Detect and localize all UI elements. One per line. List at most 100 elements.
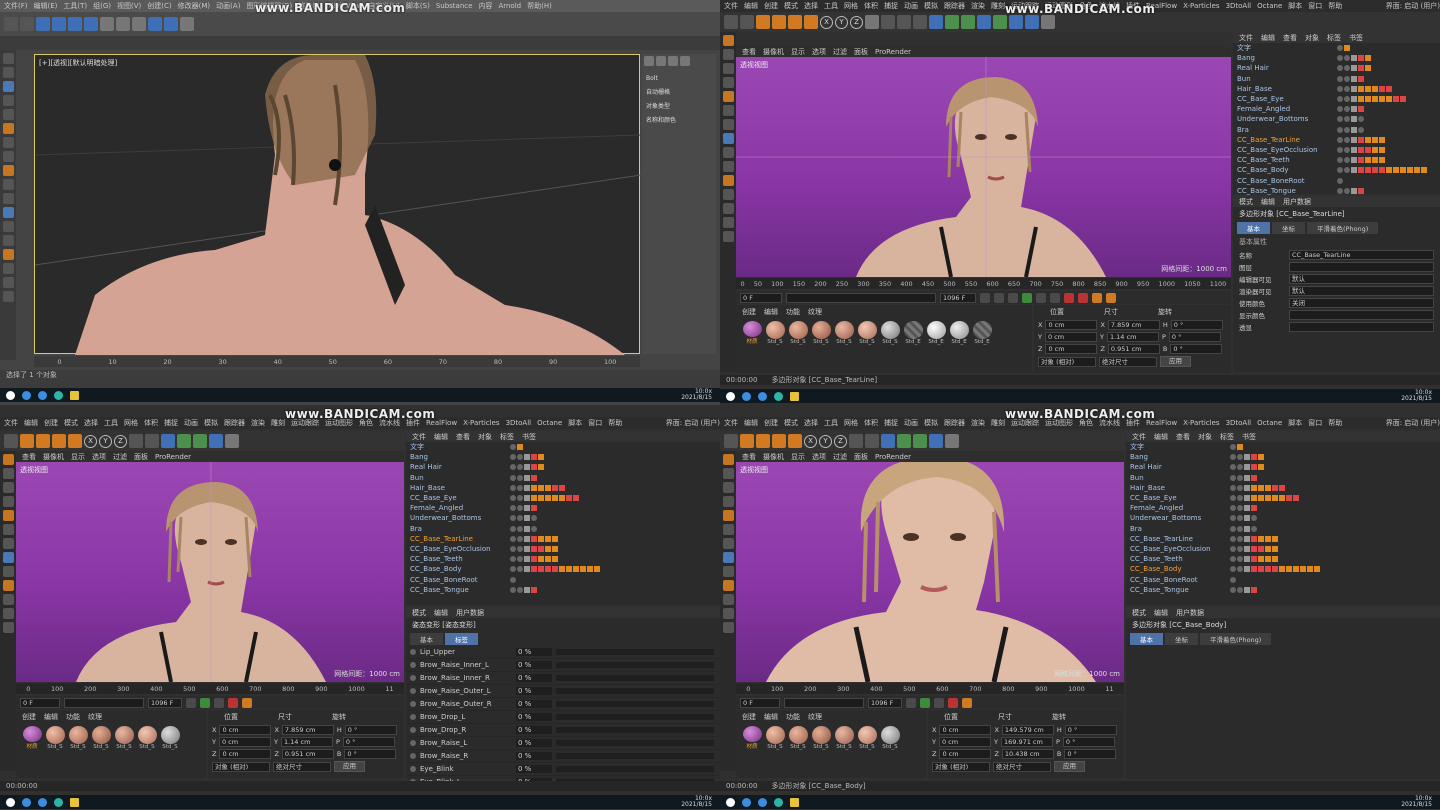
apply-button[interactable]: 应用 [1054, 761, 1085, 772]
material-tag-icon[interactable] [587, 566, 593, 573]
visibility-dot[interactable] [1230, 556, 1236, 563]
play-icon[interactable] [200, 697, 210, 708]
visibility-dot[interactable] [1230, 454, 1236, 461]
om-menu-item[interactable]: 对象 [478, 432, 492, 442]
material-swatch[interactable]: Std_S [811, 321, 831, 345]
material-tag-icon[interactable] [531, 464, 537, 471]
material-tag-icon[interactable] [1351, 65, 1357, 72]
object-row[interactable]: Real Hair [406, 462, 720, 472]
material-swatch[interactable]: Std_S [137, 726, 157, 750]
menu-item[interactable]: 模式 [64, 418, 78, 428]
render-view-icon[interactable] [881, 15, 895, 29]
material-tag-icon[interactable] [545, 556, 551, 563]
pose-value[interactable]: 0 % [516, 765, 552, 773]
menu-item[interactable]: 网格 [844, 1, 858, 11]
material-tag-icon[interactable] [1400, 167, 1406, 174]
viewport-menu-item[interactable]: 摄像机 [763, 47, 784, 57]
pose-value[interactable]: 0 % [516, 661, 552, 669]
light-icon[interactable] [945, 434, 959, 448]
material-tag-icon[interactable] [1265, 535, 1271, 542]
folder-icon[interactable] [70, 797, 79, 807]
material-tag-icon[interactable] [1244, 454, 1250, 461]
material-tag-icon[interactable] [1365, 157, 1371, 164]
menu-item[interactable]: 工具 [824, 418, 838, 428]
coord-field[interactable]: 0 ° [1170, 320, 1223, 330]
visibility-dot[interactable] [1230, 505, 1236, 512]
auto-key-icon[interactable] [1078, 292, 1088, 303]
render-view-icon[interactable] [129, 434, 143, 448]
menu-item[interactable]: 文件 [724, 418, 738, 428]
material-tab[interactable]: 纹理 [808, 712, 822, 722]
c4d-viewport-bl[interactable]: 透视视图 网格间距：1000 cm [16, 462, 404, 682]
frame-end[interactable]: 1096 F [868, 697, 902, 708]
menu-item[interactable]: 脚本 [1288, 418, 1302, 428]
material-tag-icon[interactable] [1421, 167, 1427, 174]
menu-item[interactable]: 动画 [904, 1, 918, 11]
motion-tab-icon[interactable] [680, 56, 690, 66]
pose-value[interactable]: 0 % [516, 674, 552, 682]
attr-menu-item[interactable]: 用户数据 [1176, 608, 1204, 618]
material-tag-icon[interactable] [524, 474, 530, 481]
material-tag-icon[interactable] [1258, 464, 1264, 471]
material-tag-icon[interactable] [1272, 535, 1278, 542]
pose-checkbox[interactable] [410, 649, 416, 655]
pose-slider[interactable] [556, 649, 714, 655]
coord-field[interactable]: 7.859 cm [1107, 320, 1160, 330]
frame-range[interactable] [786, 292, 936, 303]
menu-item[interactable]: Substance [436, 2, 473, 10]
material-tag-icon[interactable] [1344, 65, 1350, 72]
menu-item[interactable]: Octane [1257, 419, 1282, 427]
coord-field[interactable]: 0 cm [1044, 332, 1097, 342]
menu-item[interactable]: 模式 [784, 1, 798, 11]
material-swatch[interactable]: Std_E [949, 321, 969, 345]
material-tab[interactable]: 创建 [22, 712, 36, 722]
pose-tab[interactable]: 标签 [445, 633, 478, 645]
material-tag-icon[interactable] [1379, 96, 1385, 103]
material-tag-icon[interactable] [1351, 55, 1357, 62]
z-axis-icon[interactable]: Z [834, 434, 847, 448]
viewport-menu-item[interactable]: 选项 [812, 47, 826, 57]
material-tag-icon[interactable] [531, 474, 537, 481]
pose-checkbox[interactable] [410, 766, 416, 772]
deformer-icon[interactable] [993, 15, 1007, 29]
app2-icon[interactable] [774, 391, 783, 401]
material-tag-icon[interactable] [1414, 167, 1420, 174]
material-tag-icon[interactable] [538, 464, 544, 471]
material-tag-icon[interactable] [1358, 116, 1364, 123]
om-menu-item[interactable]: 标签 [1327, 33, 1341, 43]
visibility-dot[interactable] [510, 444, 516, 451]
visibility-dot[interactable] [1337, 96, 1343, 103]
material-tag-icon[interactable] [1344, 167, 1350, 174]
pose-slider[interactable] [556, 688, 714, 694]
render-settings-icon[interactable] [913, 15, 927, 29]
visibility-dot[interactable] [510, 545, 516, 552]
pose-slider[interactable] [556, 766, 714, 772]
material-tag-icon[interactable] [1244, 545, 1250, 552]
material-tag-icon[interactable] [531, 545, 537, 552]
modify-tab-icon[interactable] [656, 56, 666, 66]
visibility-dot[interactable] [1337, 177, 1343, 184]
viewport-menu-item[interactable]: 面板 [134, 452, 148, 462]
material-tag-icon[interactable] [1351, 146, 1357, 153]
pose-slider[interactable] [556, 727, 714, 733]
menu-item[interactable]: 3DtoAll [1226, 419, 1252, 427]
render-icon[interactable] [897, 15, 911, 29]
menu-item[interactable]: 动画(A) [216, 1, 240, 11]
material-tag-icon[interactable] [1372, 136, 1378, 143]
first-frame-icon[interactable] [906, 697, 916, 708]
visibility-dot[interactable] [1337, 167, 1343, 174]
layout-select[interactable]: 界面: 启动 (用户) [666, 418, 720, 428]
material-tag-icon[interactable] [1272, 566, 1278, 573]
material-tag-icon[interactable] [1351, 157, 1357, 164]
viewport-menu-item[interactable]: 查看 [742, 47, 756, 57]
material-tab[interactable]: 创建 [742, 307, 756, 317]
menu-item[interactable]: 网格 [124, 418, 138, 428]
menu-item[interactable]: 网格 [844, 418, 858, 428]
material-tag-icon[interactable] [1244, 484, 1250, 491]
attr-menu-item[interactable]: 编辑 [1261, 197, 1275, 207]
om-menu-item[interactable]: 编辑 [434, 432, 448, 442]
visibility-dot[interactable] [1337, 65, 1343, 72]
scale-icon[interactable] [772, 434, 786, 448]
attr-tab[interactable]: 基本 [1130, 633, 1163, 645]
menu-item[interactable]: 雕刻 [991, 418, 1005, 428]
